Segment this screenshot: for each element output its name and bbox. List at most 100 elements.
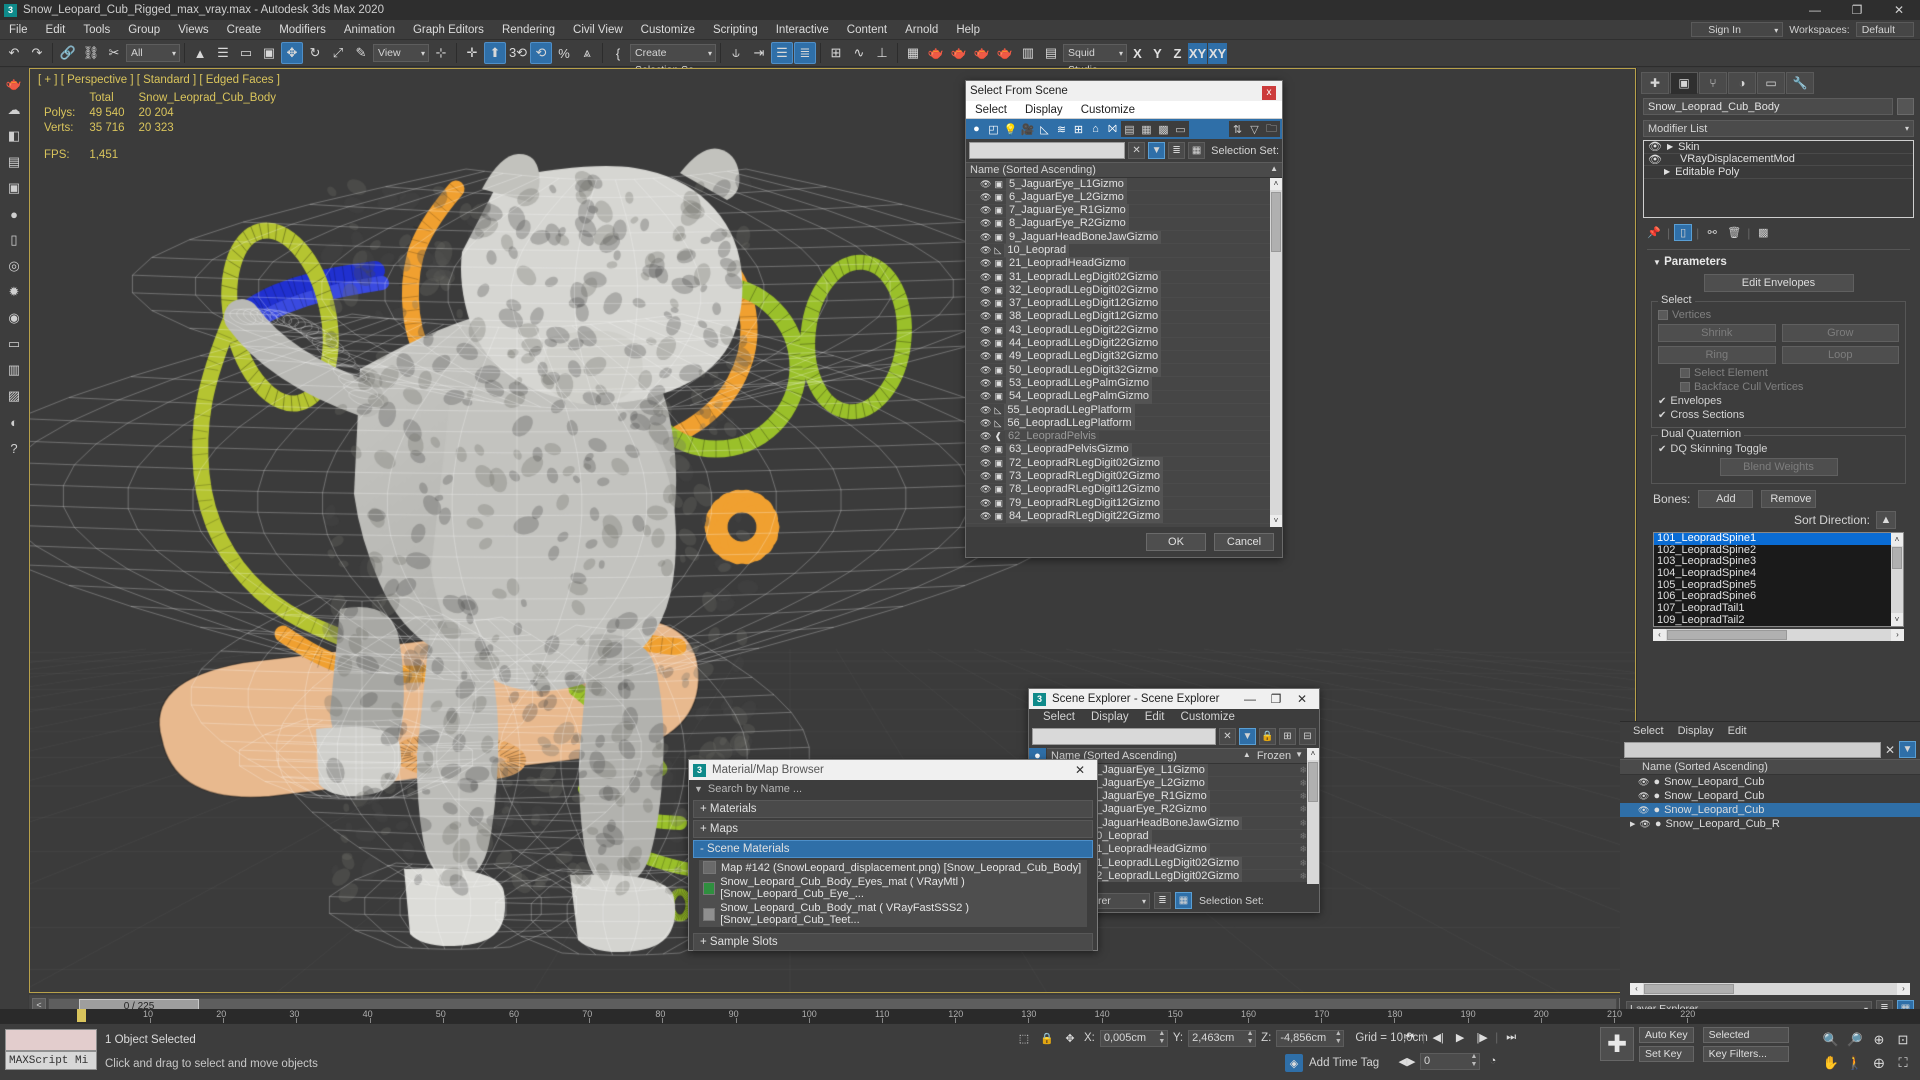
quick-align-icon[interactable]: ⇥ <box>748 42 770 64</box>
eye-icon[interactable]: 👁 <box>980 510 991 523</box>
eye-icon[interactable]: 👁 <box>980 191 991 204</box>
sort-direction-button[interactable]: ▲ <box>1876 511 1896 529</box>
scene-list-row[interactable]: 👁 ▣ 50_LeopradLLegDigit32Gizmo <box>966 363 1282 378</box>
scene-explorer-options-icon[interactable]: ≣ <box>1154 892 1171 909</box>
eye-icon[interactable]: 👁 <box>980 324 991 337</box>
percent-snap-icon[interactable]: 3⟲ <box>507 42 529 64</box>
eye-icon[interactable]: 👁 <box>980 497 991 510</box>
key-mode-dropdown[interactable]: Selected <box>1702 1027 1789 1043</box>
scroll-left-icon[interactable]: ‹ <box>1653 629 1666 641</box>
pan-view-icon[interactable]: ✋ <box>1820 1052 1842 1073</box>
eye-icon[interactable]: 👁 <box>1638 805 1649 816</box>
select-and-place-icon[interactable]: ✎ <box>350 42 372 64</box>
eye-icon[interactable]: 👁 <box>980 284 991 297</box>
go-to-end-icon[interactable]: ⏭ <box>1502 1028 1520 1046</box>
filter-groups-icon[interactable]: ⊞ <box>1070 121 1087 137</box>
sort-ascending-icon[interactable]: ▲ <box>1243 750 1251 762</box>
filter-shapes-icon[interactable]: ◰ <box>985 121 1002 137</box>
material-map-browser-window[interactable]: 3 Material/Map Browser ✕ ▼ Search by Nam… <box>688 759 1098 951</box>
scene-material-item[interactable]: Snow_Leopard_Cub_Body_mat ( VRayFastSSS2… <box>699 901 1087 927</box>
render-production-icon[interactable]: 🫖 <box>948 42 970 64</box>
select-and-scale-icon[interactable]: ⤢ <box>327 42 349 64</box>
bind-to-space-warp-icon[interactable]: ✂ <box>103 42 125 64</box>
filter-spacewarps-icon[interactable]: ≋ <box>1053 121 1070 137</box>
layer-row[interactable]: 👁 ● Snow_Leopard_Cub <box>1620 775 1920 789</box>
frozen-icon[interactable]: ❄ <box>1299 857 1307 870</box>
eye-icon[interactable]: 👁 <box>980 470 991 483</box>
menu-civil-view[interactable]: Civil View <box>564 20 632 40</box>
spinner-icon[interactable]: ▲ ▼ <box>1469 1053 1479 1069</box>
frozen-icon[interactable]: ❄ <box>1299 777 1307 790</box>
bones-remove-button[interactable]: Remove <box>1761 490 1817 508</box>
filter-all-icon[interactable]: ▤ <box>1121 121 1138 137</box>
filter-cameras-icon[interactable]: 🎥 <box>1019 121 1036 137</box>
snapshot-icon[interactable]: ◐ <box>2 410 26 434</box>
scene-list-row[interactable]: 👁 ▣ 79_LeopradRLegDigit12Gizmo <box>966 496 1282 511</box>
scene-list-row[interactable]: 👁 ▣ 38_LeopradLLegDigit12Gizmo <box>966 310 1282 325</box>
menu-edit[interactable]: Edit <box>37 20 75 40</box>
axis-constraint-xy[interactable]: XY <box>1188 42 1207 64</box>
previous-frame-icon[interactable]: ◀| <box>1429 1028 1447 1046</box>
frame-step-icon[interactable]: ◀▶ <box>1398 1052 1416 1070</box>
selection-lock-icon[interactable]: 🔒 <box>1038 1029 1056 1047</box>
se-menu-display[interactable]: Display <box>1083 711 1137 723</box>
layer-explorer-hscrollbar[interactable]: ‹ › <box>1630 983 1910 995</box>
ok-button[interactable]: OK <box>1146 533 1206 551</box>
scene-list-row[interactable]: 👁 ▣ 8_JaguarEye_R2Gizmo <box>966 217 1282 232</box>
show-end-result-icon[interactable]: ▯ <box>1674 224 1693 241</box>
layer-menu-display[interactable]: Display <box>1671 725 1721 737</box>
current-frame-field[interactable]: 0 ▲ ▼ <box>1420 1052 1480 1070</box>
frozen-icon[interactable]: ❄ <box>1299 830 1307 843</box>
menu-scripting[interactable]: Scripting <box>704 20 767 40</box>
object-name-field[interactable]: Snow_Leoprad_Cub_Body <box>1643 98 1893 115</box>
scene-list-row[interactable]: 👁 ▣ 73_LeopradRLegDigit02Gizmo <box>966 470 1282 484</box>
scene-list-row[interactable]: 👁 ▣ 44_LeopradLLegDigit22Gizmo <box>966 337 1282 351</box>
scene-list-row[interactable]: 👁 ▣ 43_LeopradLLegDigit22Gizmo <box>966 323 1282 338</box>
vertices-checkbox[interactable] <box>1658 310 1668 320</box>
bone-list-item[interactable]: 101_LeopradSpine1 <box>1654 533 1903 545</box>
select-by-name-icon[interactable]: ☰ <box>212 42 234 64</box>
y-coordinate-field[interactable]: 2,463cm ▲ ▼ <box>1188 1029 1257 1047</box>
eye-icon[interactable]: 👁 <box>980 217 991 230</box>
render-preset-dropdown[interactable]: Squid Studio <box>1063 44 1127 76</box>
cloud-icon[interactable]: ☁ <box>2 98 26 122</box>
axis-constraint-xy-alt[interactable]: XY <box>1208 42 1227 64</box>
undo-icon[interactable]: ↶ <box>3 42 25 64</box>
bones-scroll-thumb[interactable] <box>1892 547 1902 569</box>
loop-button[interactable]: Loop <box>1781 346 1899 364</box>
hierarchy-tab-icon[interactable]: ⑂ <box>1699 72 1727 94</box>
eye-icon[interactable]: 👁 <box>980 364 991 377</box>
next-frame-icon[interactable]: |▶ <box>1473 1028 1491 1046</box>
scene-list-row[interactable]: 👁 ▣ 49_LeopradLLegDigit32Gizmo <box>966 350 1282 365</box>
sort-icon[interactable]: ⇅ <box>1229 121 1246 137</box>
workspace-dropdown[interactable]: Default <box>1855 22 1914 37</box>
minimize-button[interactable]: — <box>1794 0 1836 20</box>
material-browser-titlebar[interactable]: 3 Material/Map Browser ✕ <box>689 760 1097 780</box>
scene-list-row[interactable]: 👁 ▣ 5_JaguarEye_L1Gizmo <box>966 178 1282 192</box>
select-from-scene-titlebar[interactable]: Select From Scene x <box>966 81 1282 101</box>
scene-list-row[interactable]: 👁 ▣ 7_JaguarEye_R1Gizmo <box>966 204 1282 218</box>
pin-stack-icon[interactable]: 📌 <box>1645 224 1663 241</box>
menu-tools[interactable]: Tools <box>74 20 119 40</box>
reference-coordinate-dropdown[interactable]: View <box>373 44 429 62</box>
clear-search-icon[interactable]: ✕ <box>1128 142 1146 159</box>
scene-list-row[interactable]: 👁 ▣ 9_JaguarHeadBoneJawGizmo <box>966 230 1282 245</box>
ring-button[interactable]: Ring <box>1658 346 1776 364</box>
modifier-stack-row-vraydisp[interactable]: 👁 VRayDisplacementMod <box>1644 153 1913 166</box>
select-and-rotate-icon[interactable]: ↻ <box>304 42 326 64</box>
eye-icon[interactable]: 👁 <box>980 483 991 496</box>
bone-list-item[interactable]: 109_LeopradTail2 <box>1654 614 1903 626</box>
material-browser-search-input[interactable]: Search by Name ... <box>708 783 802 795</box>
scene-explorer-close[interactable]: ✕ <box>1289 689 1315 709</box>
modifier-list-dropdown[interactable]: Modifier List <box>1643 120 1914 137</box>
frozen-icon[interactable]: ❄ <box>1299 803 1307 816</box>
motion-tab-icon[interactable]: ◑ <box>1728 72 1756 94</box>
scene-explorer-grid-icon[interactable]: ▦ <box>1175 892 1192 909</box>
vray-frame-buffer-icon[interactable]: ▥ <box>1017 42 1039 64</box>
utilities-tab-icon[interactable]: 🔧 <box>1786 72 1814 94</box>
grow-button[interactable]: Grow <box>1781 324 1899 342</box>
cancel-button[interactable]: Cancel <box>1214 533 1274 551</box>
time-marker[interactable] <box>76 1009 86 1022</box>
scene-list-row[interactable]: 👁 ◺ 10_Leoprad <box>966 243 1282 258</box>
selection-lock-region-icon[interactable]: ⬚ <box>1015 1029 1033 1047</box>
